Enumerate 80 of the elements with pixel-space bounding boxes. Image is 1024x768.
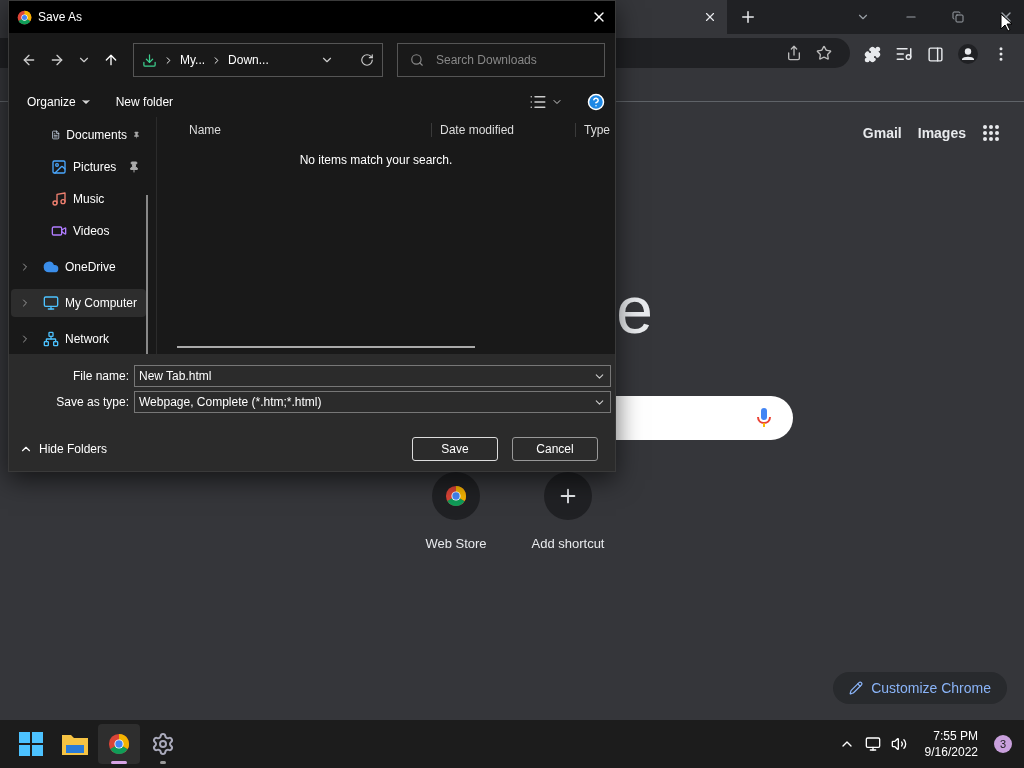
nav-item[interactable]: Music (11, 185, 146, 213)
combo-field[interactable]: Webpage, Complete (*.htm;*.html) (134, 391, 611, 413)
customize-chrome-button[interactable]: Customize Chrome (833, 672, 1007, 704)
refresh-icon[interactable] (360, 53, 374, 67)
picture-icon (51, 159, 67, 175)
document-icon (51, 127, 61, 143)
search-box[interactable]: Search Downloads (397, 43, 605, 77)
profile-icon[interactable] (958, 44, 978, 64)
video-icon (51, 223, 67, 239)
monitor-icon (43, 295, 59, 311)
gear-icon[interactable] (151, 732, 175, 756)
nav-label: Network (65, 332, 110, 346)
nav-label: OneDrive (65, 260, 117, 274)
search-icon (410, 53, 424, 67)
chrome-icon[interactable] (108, 733, 130, 755)
combo-field[interactable]: New Tab.html (134, 365, 611, 387)
arrow-right-icon (49, 52, 65, 68)
column-header[interactable]: Type (575, 123, 615, 137)
clock-date: 9/16/2022 (924, 744, 978, 760)
nav-item[interactable]: Documents (11, 121, 146, 149)
windows-logo-icon[interactable] (19, 732, 43, 756)
view-button[interactable] (529, 93, 563, 111)
side-panel-icon[interactable] (927, 45, 944, 63)
chrome-icon (17, 9, 32, 25)
nav-item[interactable]: OneDrive (11, 253, 146, 281)
dialog-title: Save As (38, 10, 84, 24)
dialog-button[interactable]: Cancel (512, 437, 598, 461)
nav-item[interactable]: Network (11, 325, 146, 353)
nav-label: My Computer (65, 296, 139, 310)
shortcut-label: Add shortcut (531, 536, 605, 551)
apps-grid-icon[interactable] (982, 124, 1000, 142)
star-icon[interactable] (816, 45, 832, 61)
media-icon[interactable] (895, 45, 913, 63)
scrollbar[interactable] (177, 346, 475, 348)
nav-item[interactable]: My Computer (11, 289, 146, 317)
nav-label: Videos (73, 224, 111, 238)
shortcut-tile[interactable] (432, 472, 480, 520)
share-icon[interactable] (786, 45, 802, 61)
search-field[interactable]: Search Downloads (434, 46, 600, 74)
new-folder-button[interactable]: New folder (115, 95, 174, 109)
scrollbar[interactable] (146, 195, 148, 354)
nav-item[interactable]: Pictures (11, 153, 146, 181)
header-link[interactable]: Images (917, 125, 966, 141)
puzzle-icon[interactable] (864, 45, 881, 63)
nav-label: Music (73, 192, 106, 206)
organize-button[interactable]: Organize (27, 95, 92, 109)
nav-label: Pictures (73, 160, 118, 174)
clock-time: 7:55 PM (933, 728, 978, 744)
column-header[interactable]: Date modified (431, 123, 575, 137)
nav-item[interactable]: Videos (11, 217, 146, 245)
shortcut-tile[interactable] (544, 472, 592, 520)
network-icon (43, 331, 59, 347)
music-note-icon (51, 191, 67, 207)
breadcrumb-item[interactable]: Down... (228, 53, 269, 67)
restore-icon[interactable] (952, 11, 964, 23)
list-view-icon (529, 93, 547, 111)
breadcrumb-item[interactable]: My... (180, 53, 206, 67)
hide-folders-button[interactable]: Hide Folders (19, 442, 108, 456)
folder-icon[interactable] (62, 733, 88, 755)
nav-label: Documents (66, 128, 127, 142)
notification-badge[interactable]: 3 (994, 735, 1012, 753)
dialog-button[interactable]: Save (412, 437, 498, 461)
empty-message: No items match your search. (298, 153, 454, 167)
cloud-icon (43, 259, 59, 275)
field-label: Save as type: (55, 395, 129, 409)
download-icon (142, 52, 157, 68)
close-tab-icon[interactable] (703, 10, 717, 24)
volume-icon[interactable] (890, 736, 907, 752)
taskbar-app[interactable] (98, 724, 140, 764)
address-bar[interactable]: My... Down... (133, 43, 383, 77)
field-label: File name: (71, 369, 129, 383)
new-tab-icon[interactable] (739, 8, 757, 26)
pencil-icon (849, 681, 864, 695)
microphone-icon[interactable] (757, 408, 771, 428)
help-icon[interactable] (587, 93, 605, 111)
column-header[interactable]: Name (157, 123, 431, 137)
shortcut-label: Web Store (425, 536, 487, 551)
cursor-icon (1000, 13, 1012, 32)
header-link[interactable]: Gmail (862, 125, 902, 141)
logo-letter: e (615, 278, 653, 342)
